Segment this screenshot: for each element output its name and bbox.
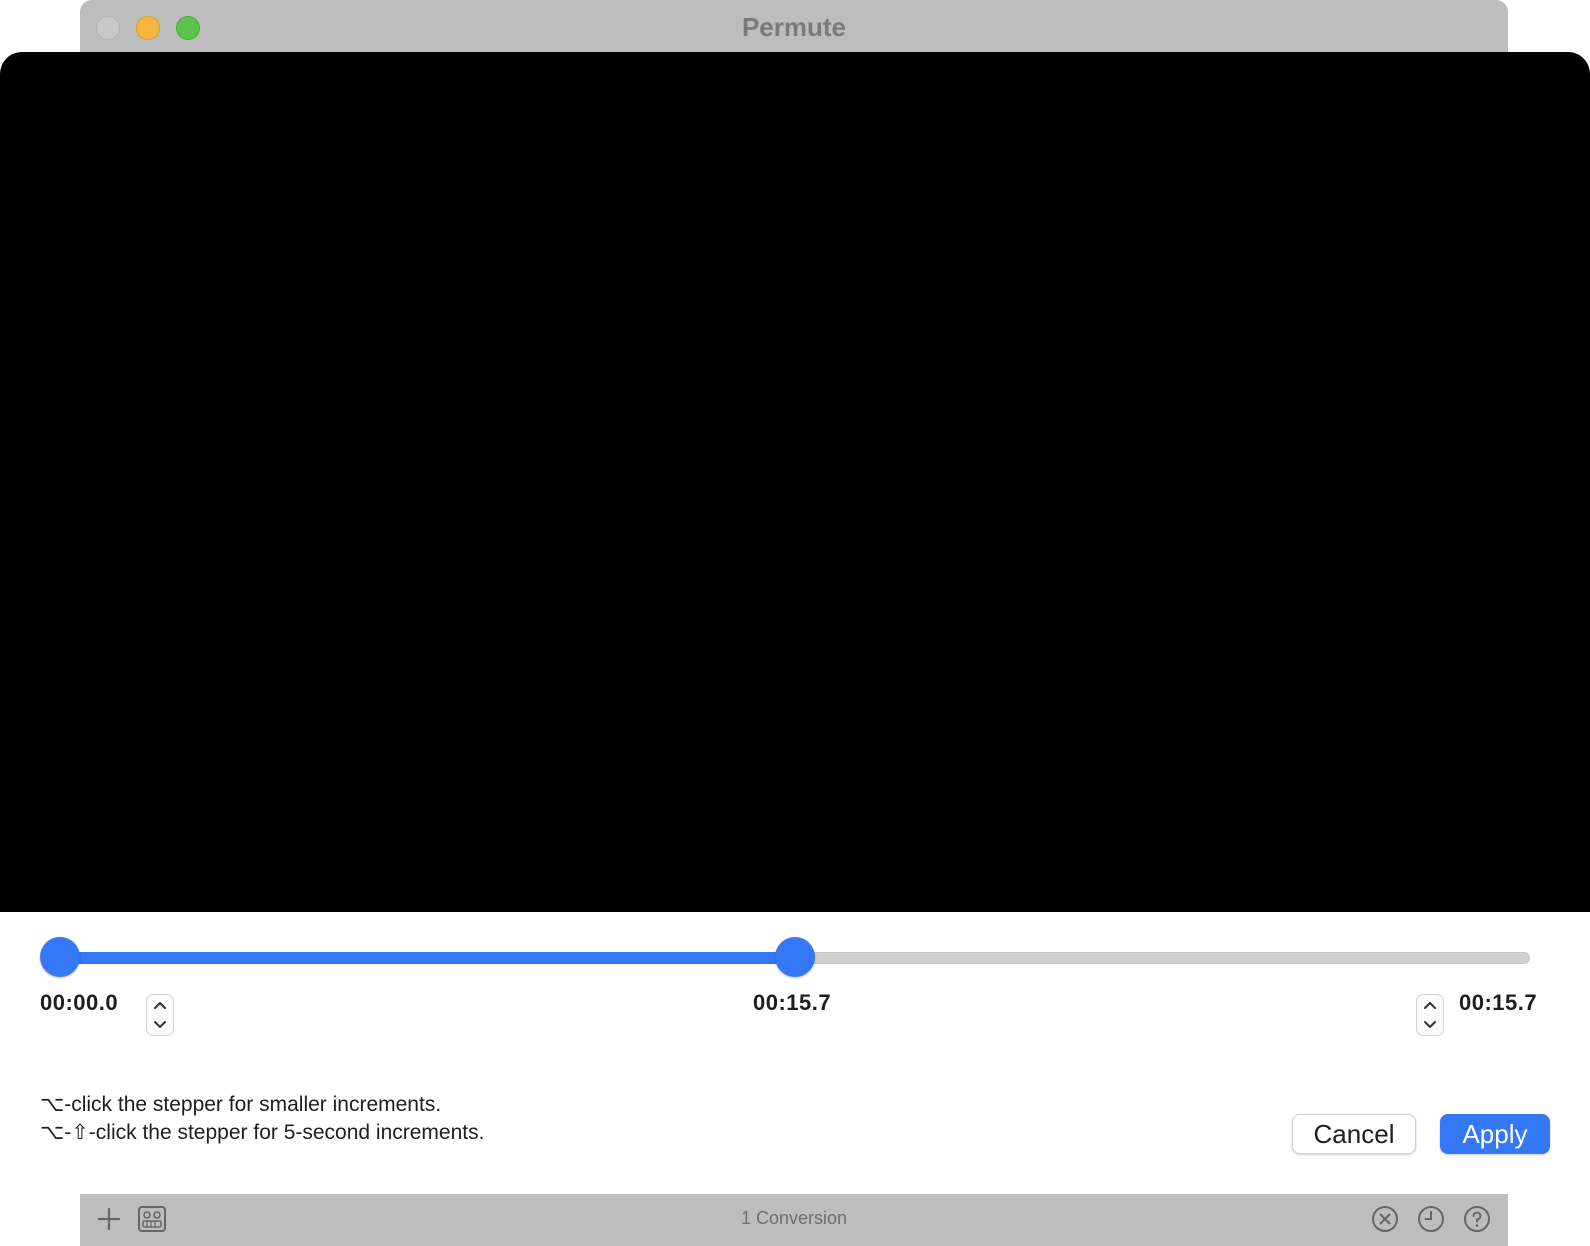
- end-time-label: 00:15.7: [1459, 990, 1538, 1015]
- cancel-all-button[interactable]: [1370, 1204, 1400, 1234]
- playhead-handle[interactable]: [775, 937, 815, 977]
- help-icon: [1464, 1206, 1490, 1232]
- chevron-up-icon: [1424, 1002, 1436, 1009]
- end-increment-button[interactable]: [1417, 995, 1443, 1015]
- trim-start-handle[interactable]: [40, 937, 80, 977]
- current-time-label: 00:15.7: [753, 990, 832, 1015]
- chevron-down-icon: [154, 1021, 166, 1028]
- history-button[interactable]: [1416, 1204, 1446, 1234]
- conversion-count: 1 Conversion: [740, 1208, 848, 1228]
- cancel-circle-icon: [1372, 1206, 1398, 1232]
- window-title: Permute: [741, 12, 847, 42]
- trim-sheet: 00:00.0 00:15.7 00:15.7 ⌥-click the step…: [0, 52, 1590, 1194]
- chevron-up-icon: [154, 1002, 166, 1009]
- chevron-down-icon: [1424, 1021, 1436, 1028]
- clock-icon: [1418, 1206, 1444, 1232]
- start-time-label: 00:00.0: [40, 990, 119, 1015]
- start-time-stepper[interactable]: [146, 994, 174, 1036]
- help-button[interactable]: [1462, 1204, 1492, 1234]
- end-decrement-button[interactable]: [1417, 1015, 1443, 1035]
- video-preview: [0, 52, 1590, 912]
- trim-selection-fill: [60, 952, 795, 964]
- hint-line-2: ⌥-⇧-click the stepper for 5-second incre…: [40, 1121, 485, 1144]
- start-decrement-button[interactable]: [147, 1015, 173, 1035]
- end-time-stepper[interactable]: [1416, 994, 1444, 1036]
- cancel-button[interactable]: Cancel: [1292, 1114, 1416, 1154]
- start-increment-button[interactable]: [147, 995, 173, 1015]
- apply-button[interactable]: Apply: [1440, 1114, 1550, 1154]
- hint-line-1: ⌥-click the stepper for smaller incremen…: [40, 1093, 442, 1116]
